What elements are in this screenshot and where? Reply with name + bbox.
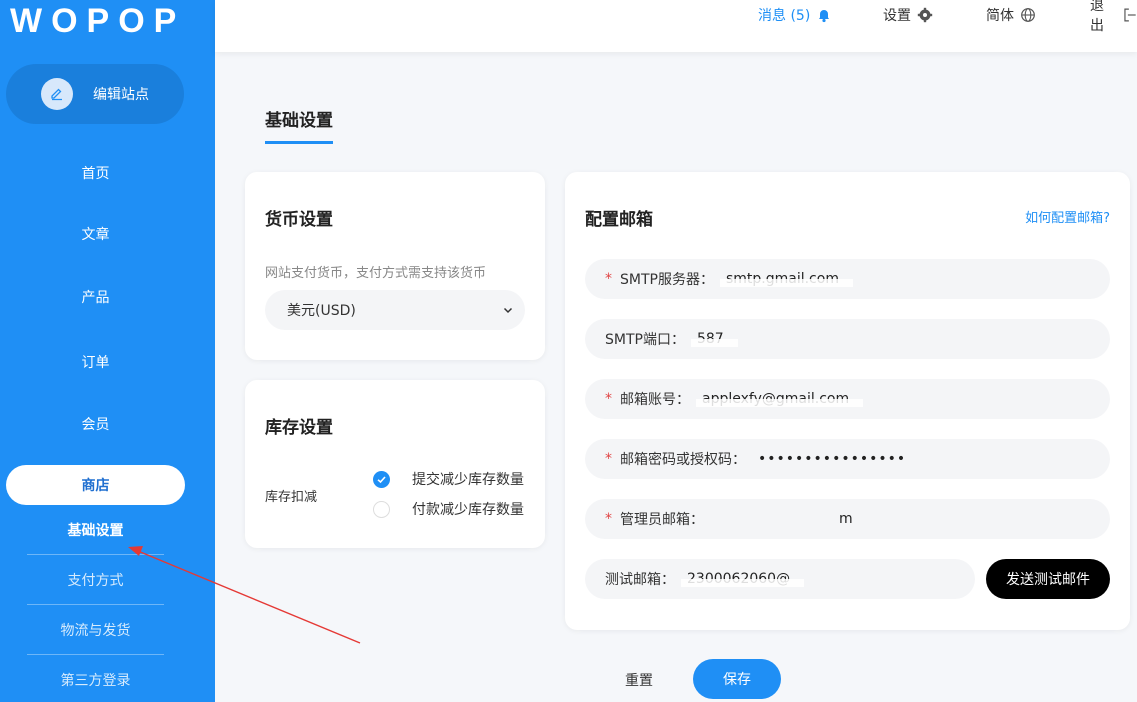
logo: WOPOP [10, 2, 186, 40]
sidebar-item-members[interactable]: 会员 [6, 404, 185, 444]
gear-icon [917, 7, 933, 23]
globe-icon [1021, 8, 1035, 22]
language-label: 简体 [986, 8, 1014, 24]
smtp-server-field[interactable]: * SMTP服务器： smtp.gmail.com [585, 259, 1110, 299]
email-password-field[interactable]: * 邮箱密码或授权码： •••••••••••••••• [585, 439, 1110, 479]
admin-email-value: m [839, 511, 853, 527]
smtp-server-value: smtp.gmail.com [719, 271, 853, 287]
admin-email-field[interactable]: * 管理员邮箱： m [585, 499, 1110, 539]
topbar: 消息 (5) 设置 简体 退出 [215, 0, 1137, 52]
messages-link[interactable]: 消息 (5) [758, 0, 832, 30]
sidebar-subitem-basic-settings[interactable]: 基础设置 [27, 505, 164, 555]
email-account-label: 邮箱账号： [620, 392, 690, 408]
sidebar-item-orders[interactable]: 订单 [6, 342, 185, 382]
sidebar-item-articles[interactable]: 文章 [6, 214, 185, 254]
stock-option-on-payment[interactable]: 付款减少库存数量 [373, 499, 524, 519]
mail-title: 配置邮箱 [585, 210, 653, 230]
reset-button[interactable]: 重置 [603, 660, 675, 700]
bell-icon [819, 10, 830, 23]
smtp-port-field[interactable]: SMTP端口： 587 [585, 319, 1110, 359]
radio-unchecked-icon[interactable] [373, 500, 390, 518]
sidebar: WOPOP 编辑站点 首页 文章 产品 订单 会员 商店 基础设置 支付方式 物… [0, 0, 215, 702]
edit-icon [41, 78, 73, 110]
messages-label: 消息 (5) [758, 8, 811, 24]
stock-settings-card: 库存设置 库存扣减 提交减少库存数量 付款减少库存数量 [245, 380, 545, 548]
currency-title: 货币设置 [265, 210, 333, 230]
sidebar-item-products[interactable]: 产品 [6, 277, 185, 317]
stock-option-on-submit[interactable]: 提交减少库存数量 [373, 469, 524, 489]
test-email-value: 2300062060@ [680, 571, 805, 587]
required-marker: * [605, 391, 612, 407]
smtp-port-label: SMTP端口： [605, 332, 685, 348]
smtp-server-label: SMTP服务器： [620, 272, 714, 288]
how-to-configure-mail-link[interactable]: 如何配置邮箱? [1025, 207, 1110, 226]
language-switch[interactable]: 简体 [986, 0, 1036, 30]
sidebar-subitem-third-party-login[interactable]: 第三方登录 [27, 655, 164, 702]
edit-site-label: 编辑站点 [93, 87, 149, 103]
required-marker: * [605, 271, 612, 287]
test-email-field[interactable]: 测试邮箱： 2300062060@ [585, 559, 975, 599]
page-tab-basic-settings[interactable]: 基础设置 [265, 106, 333, 144]
logout-icon [1124, 8, 1137, 22]
sidebar-item-home[interactable]: 首页 [6, 153, 185, 193]
email-account-value: applexfy@gmail.com [695, 391, 864, 407]
sidebar-subitem-shipping[interactable]: 物流与发货 [27, 605, 164, 655]
currency-select[interactable]: 美元(USD) [265, 290, 525, 330]
test-email-label: 测试邮箱： [605, 572, 675, 588]
smtp-port-value: 587 [691, 331, 738, 347]
sidebar-item-store[interactable]: 商店 [6, 465, 185, 505]
edit-site-button[interactable]: 编辑站点 [6, 64, 184, 124]
stock-option-on-submit-label: 提交减少库存数量 [412, 472, 524, 488]
radio-checked-icon[interactable] [373, 470, 390, 488]
currency-selected-value: 美元(USD) [287, 303, 356, 319]
mail-settings-card: 配置邮箱 如何配置邮箱? * SMTP服务器： smtp.gmail.com S… [565, 172, 1130, 630]
currency-description: 网站支付货币，支付方式需支持该货币 [265, 266, 487, 281]
logout-link[interactable]: 退出 [1090, 0, 1137, 34]
chevron-down-icon [503, 307, 513, 314]
stock-title: 库存设置 [265, 418, 333, 438]
admin-email-label: 管理员邮箱： [620, 512, 704, 528]
email-password-label: 邮箱密码或授权码： [620, 452, 746, 468]
settings-link[interactable]: 设置 [883, 0, 933, 30]
logout-label: 退出 [1090, 0, 1104, 34]
required-marker: * [605, 511, 612, 527]
required-marker: * [605, 451, 612, 467]
save-button[interactable]: 保存 [693, 659, 781, 699]
email-password-value: •••••••••••••••• [758, 451, 907, 467]
send-test-email-button[interactable]: 发送测试邮件 [986, 559, 1110, 599]
stock-deduction-label: 库存扣减 [265, 490, 318, 505]
settings-label: 设置 [883, 8, 911, 24]
stock-option-on-payment-label: 付款减少库存数量 [412, 502, 524, 518]
currency-settings-card: 货币设置 网站支付货币，支付方式需支持该货币 美元(USD) [245, 172, 545, 360]
sidebar-subitem-payment[interactable]: 支付方式 [27, 555, 164, 605]
email-account-field[interactable]: * 邮箱账号： applexfy@gmail.com [585, 379, 1110, 419]
